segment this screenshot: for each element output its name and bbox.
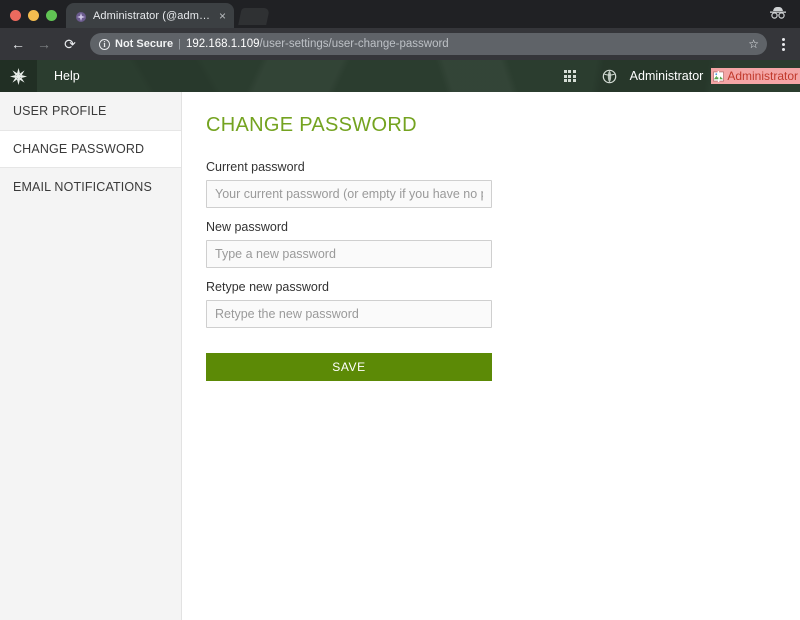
forward-button[interactable]: → [32, 32, 56, 56]
broken-image-icon [713, 70, 725, 82]
current-password-input[interactable] [206, 180, 492, 208]
window-controls [0, 10, 66, 28]
url-host: 192.168.1.109 [185, 38, 260, 50]
browser-tab[interactable]: Administrator (@admin) × [66, 3, 234, 28]
reload-button[interactable]: ⟳ [58, 32, 82, 56]
tab-title: Administrator (@admin) [93, 9, 211, 22]
retype-password-input[interactable] [206, 300, 492, 328]
browser-toolbar: ← → ⟳ i Not Secure | 192.168.1.109/user-… [0, 28, 800, 60]
app-header-right: Administrator Administrator [550, 60, 800, 92]
help-link[interactable]: Help [54, 69, 80, 83]
address-bar[interactable]: i Not Secure | 192.168.1.109/user-settin… [90, 33, 767, 55]
avatar-alt-text: Administrator [727, 69, 798, 83]
application: Help Administrator Administrator USER PR… [0, 60, 800, 620]
main-content: CHANGE PASSWORD Current password New pas… [182, 92, 800, 620]
current-password-field: Current password [206, 160, 800, 208]
bookmark-star-icon[interactable]: ☆ [742, 37, 759, 51]
app-logo-icon[interactable] [0, 60, 37, 92]
sidebar-item-label: EMAIL NOTIFICATIONS [13, 180, 152, 194]
avatar[interactable]: Administrator [711, 68, 800, 84]
sidebar-item-label: USER PROFILE [13, 104, 107, 118]
site-favicon [75, 10, 87, 22]
sidebar: USER PROFILE CHANGE PASSWORD EMAIL NOTIF… [0, 92, 182, 620]
omnibox-separator: | [178, 38, 181, 50]
sidebar-item-change-password[interactable]: CHANGE PASSWORD [0, 130, 181, 168]
browser-menu-button[interactable] [774, 37, 792, 51]
minimize-window-button[interactable] [28, 10, 39, 21]
sidebar-item-label: CHANGE PASSWORD [13, 142, 145, 156]
close-window-button[interactable] [10, 10, 21, 21]
app-body: USER PROFILE CHANGE PASSWORD EMAIL NOTIF… [0, 92, 800, 620]
maximize-window-button[interactable] [46, 10, 57, 21]
apps-grid-icon[interactable] [550, 60, 590, 92]
new-password-input[interactable] [206, 240, 492, 268]
new-tab-button[interactable] [238, 8, 270, 25]
new-password-field: New password [206, 220, 800, 268]
retype-password-field: Retype new password [206, 280, 800, 328]
incognito-icon[interactable] [767, 4, 789, 22]
url-path: /user-settings/user-change-password [259, 38, 449, 50]
current-password-label: Current password [206, 160, 305, 174]
page-title: CHANGE PASSWORD [206, 114, 417, 136]
sidebar-item-email-notifications[interactable]: EMAIL NOTIFICATIONS [0, 168, 181, 206]
tab-strip: Administrator (@admin) × [0, 0, 800, 28]
security-status-label: Not Secure [115, 38, 174, 50]
sidebar-item-user-profile[interactable]: USER PROFILE [0, 92, 181, 130]
username-label: Administrator [629, 69, 704, 83]
url-text: 192.168.1.109/user-settings/user-change-… [186, 38, 449, 50]
browser-window: Administrator (@admin) × ← → ⟳ i Not Sec… [0, 0, 800, 620]
not-secure-info-icon[interactable]: i [99, 38, 110, 50]
save-button[interactable]: SAVE [206, 353, 492, 381]
back-button[interactable]: ← [6, 32, 30, 56]
globe-icon[interactable] [590, 60, 630, 92]
close-tab-button[interactable]: × [217, 10, 228, 22]
app-header: Help Administrator Administrator [0, 60, 800, 92]
new-password-label: New password [206, 220, 288, 234]
retype-password-label: Retype new password [206, 280, 329, 294]
